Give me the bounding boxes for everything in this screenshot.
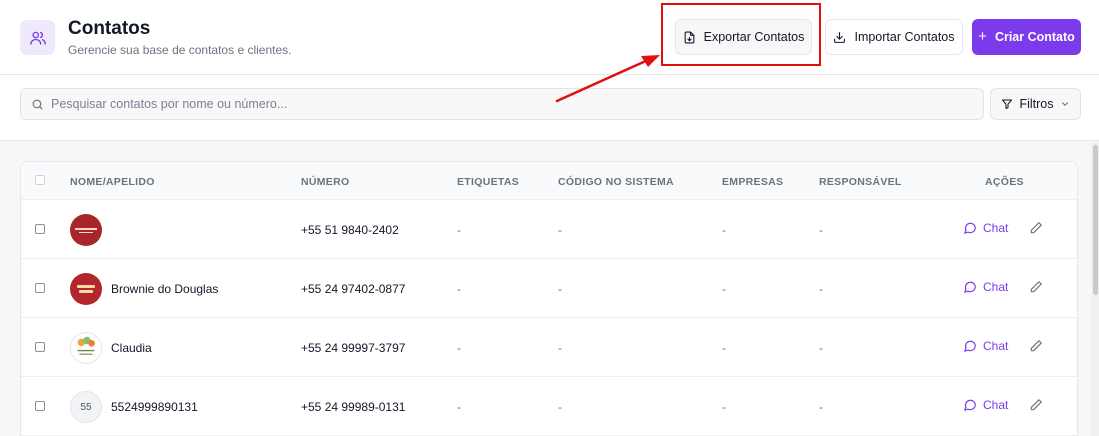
annotation-arrow-icon [555,55,660,103]
